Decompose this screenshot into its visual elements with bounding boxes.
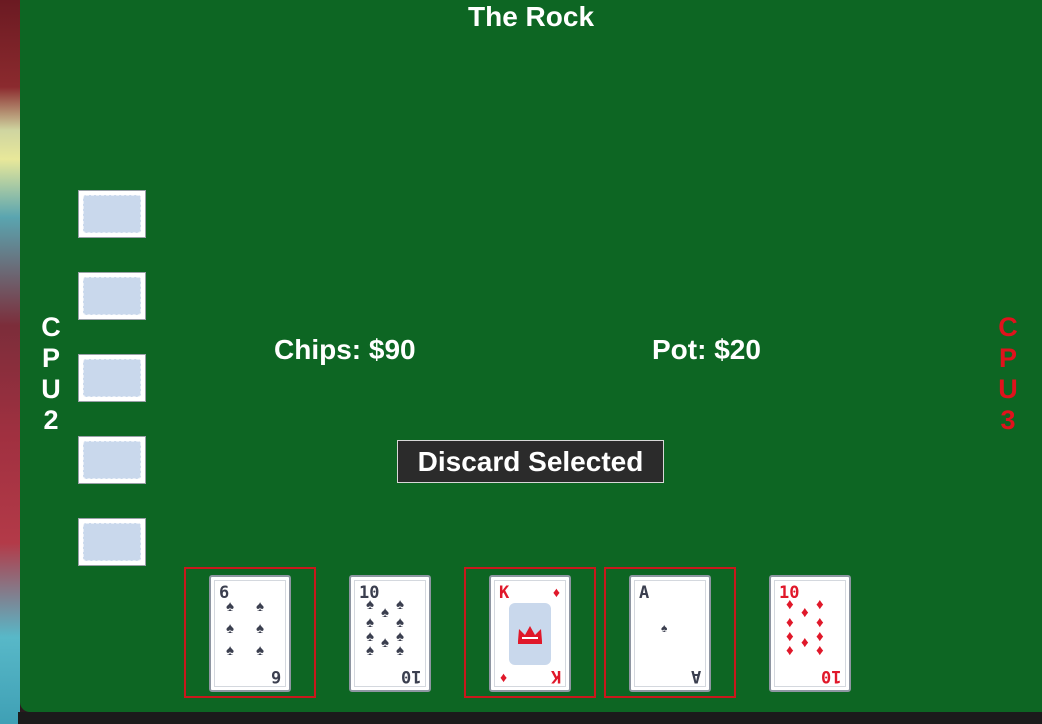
cpu3-label-letter: U: [998, 374, 1018, 404]
poker-table: The Rock C P U 2 C P U 3 Chips: $90 Pot:…: [20, 0, 1042, 712]
opponent-name-title: The Rock: [467, 1, 595, 32]
window-bottom-edge: [18, 712, 1042, 724]
spades-icon: ♠: [256, 620, 264, 637]
spades-icon: ♠: [256, 598, 264, 615]
cpu2-card-back: [78, 190, 146, 238]
cpu2-card-back: [78, 272, 146, 320]
diamonds-icon: ♦: [816, 596, 824, 613]
cpu2-card-back: [78, 436, 146, 484]
card-rank-bottom: 6: [270, 666, 281, 686]
card-back-pattern: [83, 277, 141, 315]
cpu2-card-back: [78, 354, 146, 402]
spades-icon: ♠: [226, 598, 234, 615]
card-rank-bottom: 10: [400, 666, 421, 686]
diamonds-icon: ♦: [816, 642, 824, 659]
card-rank-bottom: K: [550, 666, 561, 686]
spades-icon: ♠: [226, 620, 234, 637]
cpu3-label-letter: P: [998, 343, 1017, 373]
cpu2-card-back: [78, 518, 146, 566]
player-card-k-of-diamonds[interactable]: K K ♦ ♦: [489, 575, 571, 692]
spades-icon: ♠: [396, 642, 404, 659]
card-back-pattern: [83, 523, 141, 561]
card-back-pattern: [83, 195, 141, 233]
cpu3-label-letter: C: [998, 312, 1018, 342]
pot-display: Pot: $20: [652, 334, 761, 365]
spades-icon: ♠: [381, 604, 389, 621]
cpu2-label-letter: C: [41, 312, 61, 342]
discard-selected-button[interactable]: Discard Selected: [397, 440, 664, 483]
spades-icon: ♠: [381, 634, 389, 651]
cpu3-label-letter: 3: [1000, 405, 1016, 435]
spades-icon: ♠: [396, 596, 404, 613]
spades-icon: ♠: [256, 642, 264, 659]
player-card-10-of-diamonds[interactable]: 10 10 ♦ ♦ ♦ ♦ ♦ ♦ ♦ ♦ ♦ ♦: [769, 575, 851, 692]
cpu2-label: C P U 2: [36, 312, 66, 436]
cpu2-label-letter: 2: [43, 405, 59, 435]
spades-icon: ♠: [366, 596, 374, 613]
diamonds-icon: ♦: [786, 596, 794, 613]
player-card-6-of-spades[interactable]: 6 6 ♠ ♠ ♠ ♠ ♠ ♠: [209, 575, 291, 692]
card-rank-bottom: 10: [820, 666, 841, 686]
diamonds-icon: ♦: [786, 642, 794, 659]
card-rank-bottom: A: [690, 666, 701, 686]
diamonds-icon: ♦: [552, 584, 560, 600]
player-card-10-of-spades[interactable]: 10 10 ♠ ♠ ♠ ♠ ♠ ♠ ♠ ♠ ♠ ♠: [349, 575, 431, 692]
cpu2-label-letter: P: [41, 343, 60, 373]
king-crown-icon: [509, 603, 551, 665]
spades-icon: ♠: [226, 642, 234, 659]
cpu2-label-letter: U: [41, 374, 61, 404]
background-game-strip: [0, 0, 20, 724]
diamonds-icon: ♦: [500, 669, 508, 685]
card-rank-top: K: [499, 583, 510, 603]
card-back-pattern: [83, 441, 141, 479]
spades-icon: ♠: [366, 642, 374, 659]
player-card-a-of-spades[interactable]: A A ♠: [629, 575, 711, 692]
diamonds-icon: ♦: [801, 604, 809, 621]
spades-icon: ♠: [661, 621, 668, 635]
chips-display: Chips: $90: [274, 334, 416, 365]
diamonds-icon: ♦: [801, 634, 809, 651]
card-rank-top: A: [639, 583, 650, 603]
cpu3-label: C P U 3: [993, 312, 1023, 436]
card-back-pattern: [83, 359, 141, 397]
